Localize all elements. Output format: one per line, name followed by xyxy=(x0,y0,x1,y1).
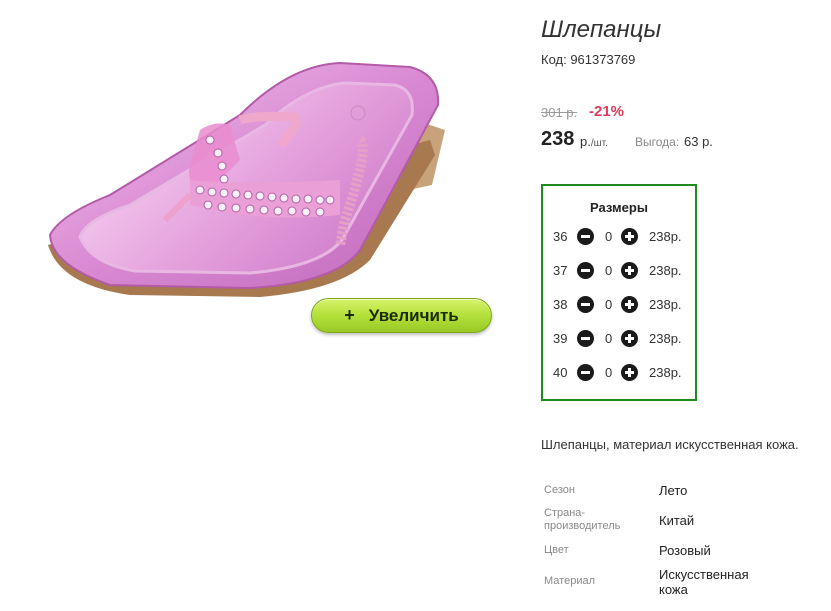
increase-quantity-icon[interactable] xyxy=(621,364,638,381)
size-row-38: 38 0 238р. xyxy=(543,295,695,315)
benefit-label: Выгода: xyxy=(635,135,680,149)
current-price: 238 xyxy=(541,128,575,150)
size-quantity: 0 xyxy=(605,365,613,380)
attribute-value-season: Лето xyxy=(659,483,688,498)
discount-badge: -21% xyxy=(589,103,625,120)
price-unit: р./шт. xyxy=(580,134,608,149)
increase-quantity-icon[interactable] xyxy=(621,262,638,279)
product-image[interactable] xyxy=(40,45,460,315)
product-description: Шлепанцы, материал искусственная кожа. xyxy=(541,437,799,452)
attribute-label-country: Страна- производитель xyxy=(544,507,621,532)
sizes-panel: Размеры 36 0 238р. 37 0 238р. 38 0 238р.… xyxy=(541,184,697,401)
size-label: 40 xyxy=(553,365,568,380)
plus-icon: + xyxy=(344,305,355,325)
size-row-37: 37 0 238р. xyxy=(543,261,695,281)
benefit-value: 63 р. xyxy=(684,134,713,149)
size-price: 238р. xyxy=(649,365,682,380)
size-row-39: 39 0 238р. xyxy=(543,329,695,349)
increase-quantity-icon[interactable] xyxy=(621,296,638,313)
decrease-quantity-icon[interactable] xyxy=(577,228,594,245)
size-quantity: 0 xyxy=(605,331,613,346)
decrease-quantity-icon[interactable] xyxy=(577,364,594,381)
size-quantity: 0 xyxy=(605,229,613,244)
size-label: 38 xyxy=(553,297,568,312)
price-currency: р. xyxy=(580,134,591,149)
size-price: 238р. xyxy=(649,297,682,312)
size-price: 238р. xyxy=(649,331,682,346)
decrease-quantity-icon[interactable] xyxy=(577,330,594,347)
size-row-40: 40 0 238р. xyxy=(543,363,695,383)
price-per-unit: /шт. xyxy=(590,138,608,149)
size-price: 238р. xyxy=(649,229,682,244)
size-label: 39 xyxy=(553,331,568,346)
attribute-value-material: Искусственная кожа xyxy=(659,567,749,597)
size-quantity: 0 xyxy=(605,263,613,278)
decrease-quantity-icon[interactable] xyxy=(577,296,594,313)
zoom-button[interactable]: + Увеличить xyxy=(311,298,492,333)
increase-quantity-icon[interactable] xyxy=(621,330,638,347)
size-row-36: 36 0 238р. xyxy=(543,227,695,247)
old-price: 301 р. xyxy=(541,105,578,120)
product-sku: Код: 961373769 xyxy=(541,52,636,67)
size-label: 36 xyxy=(553,229,568,244)
zoom-button-label: Увеличить xyxy=(368,305,459,325)
product-title: Шлепанцы xyxy=(541,16,662,43)
size-quantity: 0 xyxy=(605,297,613,312)
attribute-label-material: Материал xyxy=(544,575,595,587)
attribute-label-color: Цвет xyxy=(544,544,569,556)
increase-quantity-icon[interactable] xyxy=(621,228,638,245)
size-label: 37 xyxy=(553,263,568,278)
decrease-quantity-icon[interactable] xyxy=(577,262,594,279)
attribute-value-country: Китай xyxy=(659,513,695,528)
sizes-title: Размеры xyxy=(590,200,648,215)
attribute-value-color: Розовый xyxy=(659,543,711,558)
attribute-label-season: Сезон xyxy=(544,484,575,496)
size-price: 238р. xyxy=(649,263,682,278)
